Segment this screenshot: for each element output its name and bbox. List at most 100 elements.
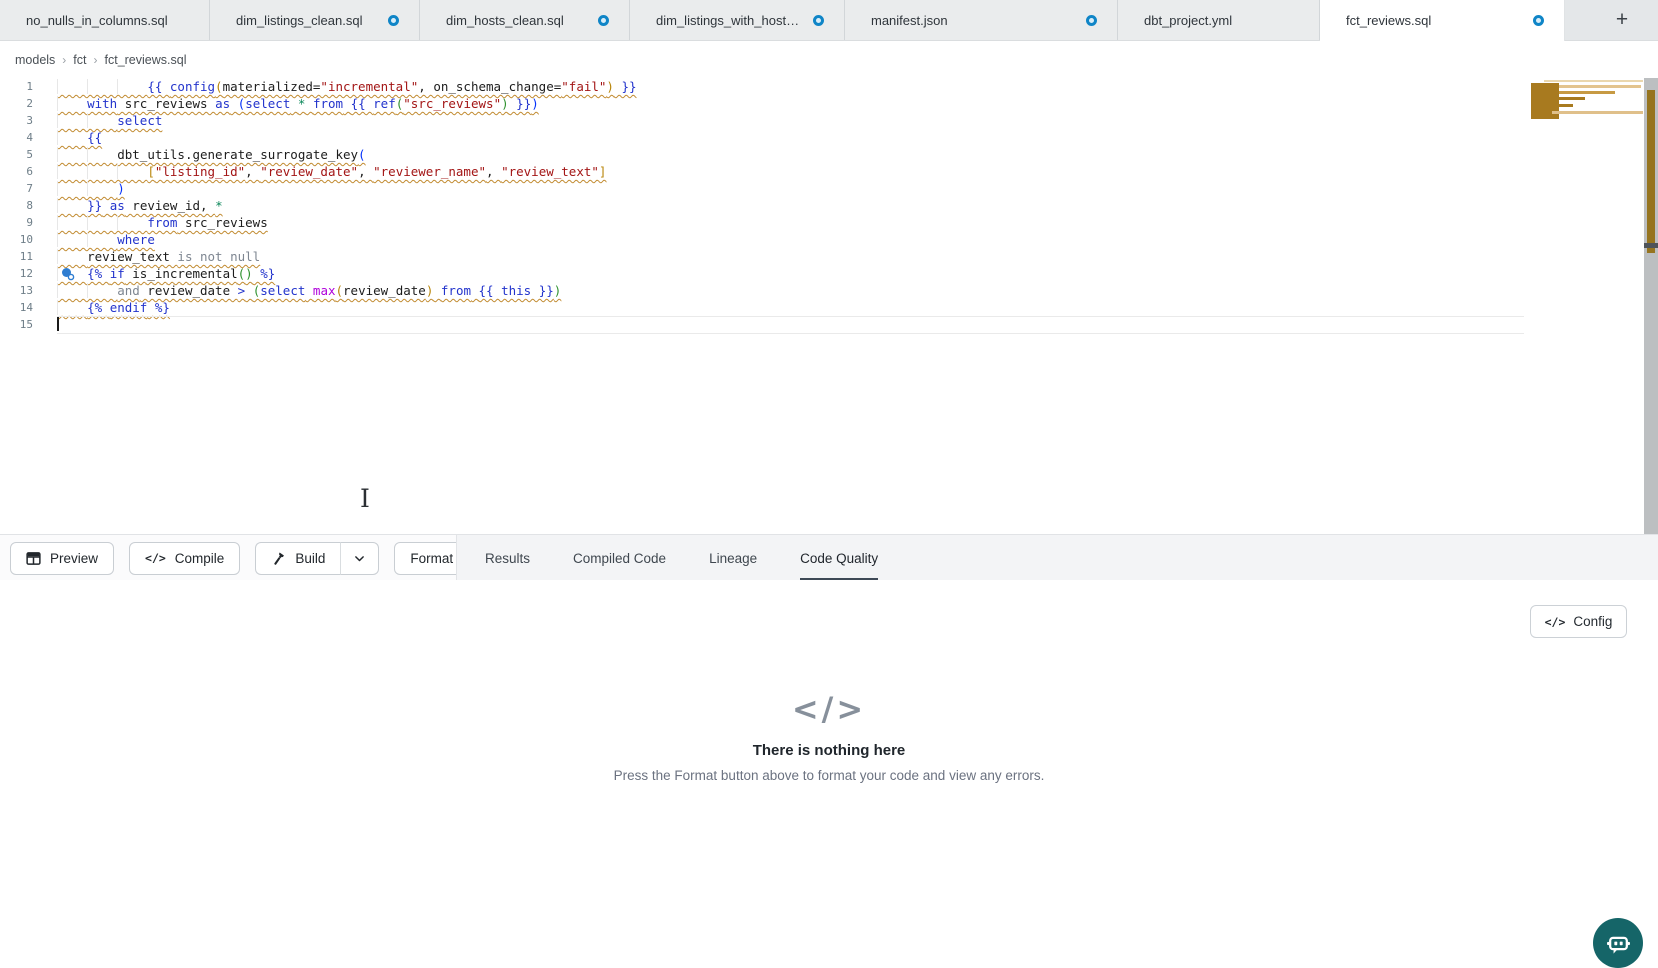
line-number: 1 <box>0 78 33 95</box>
code-token <box>230 96 238 111</box>
build-options-button[interactable] <box>341 542 379 575</box>
unsaved-changes-dot <box>1086 15 1097 26</box>
code-token: ( <box>336 283 344 298</box>
lint-warning-text: where <box>57 232 155 247</box>
minimap-mark <box>1559 97 1585 100</box>
indent-guides <box>57 283 117 298</box>
lint-warning-text: dbt_utils.generate_surrogate_key( <box>57 147 366 162</box>
file-tab-bar: no_nulls_in_columns.sql dim_listings_clea… <box>0 0 1658 41</box>
editor-tab[interactable]: no_nulls_in_columns.sql <box>0 0 210 40</box>
code-line[interactable]: 14 {% endif %} <box>0 299 1528 316</box>
line-number: 3 <box>0 112 33 129</box>
action-toolbar: Preview </> Compile Build Format Results… <box>0 534 1658 581</box>
editor-scrollbar[interactable] <box>1644 78 1658 534</box>
code-slash-icon: </> <box>0 690 1658 728</box>
line-number: 5 <box>0 146 33 163</box>
editor-tab[interactable]: fct_reviews.sql <box>1320 0 1565 41</box>
editor-tab[interactable]: dbt_project.yml <box>1118 0 1320 40</box>
code-line[interactable]: 7 ) <box>0 180 1528 197</box>
minimap[interactable] <box>1530 78 1644 534</box>
line-content: with src_reviews as (select * from {{ re… <box>57 95 1528 112</box>
mouse-ibeam-cursor: I <box>360 484 370 513</box>
build-button[interactable]: Build <box>255 542 341 575</box>
code-token: dbt_utils.generate_surrogate_key <box>117 147 358 162</box>
code-action-icon[interactable] <box>61 267 75 281</box>
lint-warning-text: and review_date > (select max(review_dat… <box>57 283 561 298</box>
breadcrumb-separator-icon: › <box>62 53 66 67</box>
line-content: {% if is_incremental() %} <box>57 265 1528 282</box>
line-content <box>57 316 1528 333</box>
indent-guides <box>57 113 117 128</box>
code-line[interactable]: 2 with src_reviews as (select * from {{ … <box>0 95 1528 112</box>
code-token: config <box>170 79 215 94</box>
compile-button[interactable]: </> Compile <box>129 542 240 575</box>
code-icon: </> <box>145 551 166 565</box>
lint-warning-text: with src_reviews as (select * from {{ re… <box>57 96 539 111</box>
text-caret <box>57 317 59 331</box>
code-token: review_id, <box>125 198 215 213</box>
code-token: is_incremental <box>125 266 238 281</box>
tab-label: manifest.json <box>871 13 948 28</box>
code-line[interactable]: 5 dbt_utils.generate_surrogate_key( <box>0 146 1528 163</box>
chatbot-icon <box>1605 930 1632 957</box>
line-number: 14 <box>0 299 33 316</box>
code-line[interactable]: 1 {{ config(materialized="incremental", … <box>0 78 1528 95</box>
code-line[interactable]: 12 {% if is_incremental() %} <box>0 265 1528 282</box>
breadcrumb-segment[interactable]: models <box>15 53 55 67</box>
line-number: 12 <box>0 265 33 282</box>
unsaved-changes-dot <box>813 15 824 26</box>
code-line[interactable]: 4 {{ <box>0 129 1528 146</box>
preview-button[interactable]: Preview <box>10 542 114 575</box>
code-line[interactable]: 13 and review_date > (select max(review_… <box>0 282 1528 299</box>
tab-label: dim_listings_with_hosts.sql <box>656 13 803 28</box>
code-line[interactable]: 8 }} as review_id, * <box>0 197 1528 214</box>
line-number: 7 <box>0 180 33 197</box>
code-token: ( <box>358 147 366 162</box>
code-token: ) <box>554 283 562 298</box>
indent-guides <box>57 130 87 145</box>
editor-tab[interactable]: manifest.json <box>845 0 1118 40</box>
tab-label: dim_listings_clean.sql <box>236 13 362 28</box>
code-token: , on_schema_change= <box>418 79 561 94</box>
breadcrumb-segment[interactable]: fct <box>73 53 86 67</box>
unsaved-changes-dot <box>1533 15 1544 26</box>
code-token: "reviewer_name" <box>373 164 486 179</box>
code-token: ] <box>599 164 607 179</box>
unsaved-changes-dot <box>388 15 399 26</box>
breadcrumb-separator-icon: › <box>94 53 98 67</box>
code-token: endif <box>110 300 148 315</box>
scrollbar-cursor-mark <box>1644 243 1658 248</box>
panel-tab-results[interactable]: Results <box>485 535 530 581</box>
code-line[interactable]: 6 ["listing_id", "review_date", "reviewe… <box>0 163 1528 180</box>
new-tab-button[interactable]: + <box>1592 0 1658 40</box>
empty-state-subtitle: Press the Format button above to format … <box>0 768 1658 783</box>
lint-warning-text: {{ <box>57 130 102 145</box>
editor-tab[interactable]: dim_listings_with_hosts.sql <box>630 0 845 40</box>
indent-guides <box>57 198 87 213</box>
config-button[interactable]: </> Config <box>1530 605 1627 638</box>
code-token <box>305 283 313 298</box>
code-line[interactable]: 9 from src_reviews <box>0 214 1528 231</box>
line-content: ["listing_id", "review_date", "reviewer_… <box>57 163 1528 180</box>
breadcrumb-row: models›fct›fct_reviews.sql Save <box>0 41 1658 78</box>
editor-tab[interactable]: dim_hosts_clean.sql <box>420 0 630 40</box>
code-line[interactable]: 10 where <box>0 231 1528 248</box>
breadcrumb: models › fct › fct_reviews.sql <box>15 41 186 78</box>
code-token: if <box>110 266 125 281</box>
config-label: Config <box>1573 614 1612 629</box>
code-token <box>305 96 313 111</box>
code-editor[interactable]: 1 {{ config(materialized="incremental", … <box>0 78 1658 534</box>
indent-guides <box>57 164 147 179</box>
chatbot-fab[interactable] <box>1593 918 1643 968</box>
panel-tab-bar: Results Compiled Code Lineage Code Quality <box>456 535 1658 581</box>
panel-tab-compiled-code[interactable]: Compiled Code <box>573 535 666 581</box>
code-line[interactable]: 15 <box>0 316 1528 333</box>
code-token: select <box>245 96 290 111</box>
panel-tab-lineage[interactable]: Lineage <box>709 535 757 581</box>
editor-tab[interactable]: dim_listings_clean.sql <box>210 0 420 40</box>
preview-label: Preview <box>50 551 98 566</box>
panel-tab-code-quality[interactable]: Code Quality <box>800 535 878 581</box>
code-line[interactable]: 3 select <box>0 112 1528 129</box>
code-line[interactable]: 11 review_text is not null <box>0 248 1528 265</box>
breadcrumb-segment[interactable]: fct_reviews.sql <box>105 53 187 67</box>
